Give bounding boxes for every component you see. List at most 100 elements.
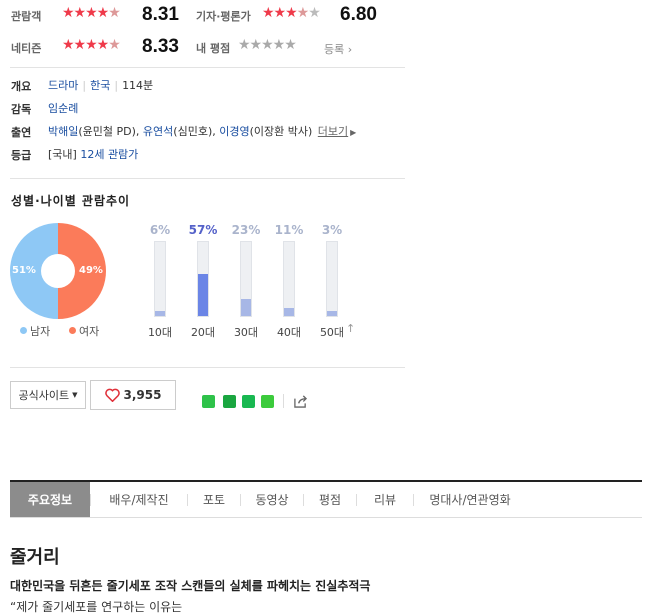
tab-bar: 주요정보 배우/제작진 포토 동영상 평점 리뷰 명대사/연관영화 bbox=[10, 480, 642, 518]
grade-key: 등급 bbox=[11, 149, 32, 162]
line-share-icon[interactable] bbox=[202, 394, 215, 408]
register-label: 등록 bbox=[324, 43, 345, 56]
legend-male: 남자 bbox=[20, 323, 50, 339]
female-dot-icon bbox=[69, 327, 76, 334]
tab-item[interactable]: 명대사/연관영화 bbox=[414, 482, 526, 517]
separator: | bbox=[82, 79, 87, 92]
critic-rating-label: 기자·평론가 bbox=[196, 10, 251, 23]
my-rating-stars[interactable]: ★★★★★ bbox=[238, 38, 297, 52]
critic-stars-empty: ★ bbox=[308, 5, 321, 21]
legend-male-label: 남자 bbox=[30, 325, 51, 338]
bookmark-share-icon[interactable] bbox=[242, 394, 255, 408]
grade-region: [국내] bbox=[48, 148, 81, 161]
cast-link-2[interactable]: 유연석 bbox=[143, 125, 173, 138]
chat-share-icon[interactable] bbox=[223, 394, 236, 408]
legend-female-label: 여자 bbox=[79, 325, 100, 338]
like-count: 3,955 bbox=[123, 388, 162, 402]
country-link[interactable]: 한국 bbox=[90, 79, 110, 92]
director-link[interactable]: 임순례 bbox=[48, 100, 78, 116]
age-group-label: 40대 bbox=[276, 326, 302, 339]
heart-icon bbox=[104, 388, 120, 402]
audience-stars-partial: ★ bbox=[108, 5, 121, 21]
netizen-score: 8.33 bbox=[142, 36, 179, 57]
critic-stars-filled: ★★★ bbox=[262, 5, 298, 21]
trend-section-title: 성별·나이별 관람추이 bbox=[11, 194, 131, 208]
cast-role-2: (심민호), bbox=[173, 125, 220, 138]
pie-hole bbox=[41, 254, 75, 288]
age-bar bbox=[327, 311, 337, 316]
chevron-right-icon: › bbox=[347, 43, 353, 56]
overview-values: 드라마 | 한국 | 114분 bbox=[48, 77, 153, 93]
divider bbox=[10, 67, 405, 68]
cast-more-link[interactable]: 더보기 bbox=[318, 125, 348, 138]
like-button[interactable]: 3,955 bbox=[90, 380, 176, 410]
cast-key: 출연 bbox=[11, 126, 32, 139]
male-percent: 51% bbox=[12, 265, 36, 276]
story-heading: 줄거리 bbox=[10, 547, 60, 568]
audience-star-rating: ★★★★★ bbox=[62, 5, 121, 21]
age-percent-label: 6% bbox=[149, 223, 171, 237]
tab-item[interactable]: 평점 bbox=[304, 482, 356, 517]
separator: | bbox=[114, 79, 119, 92]
critic-star-rating: ★★★★★ bbox=[262, 5, 321, 21]
netizen-star-rating: ★★★★★ bbox=[62, 37, 121, 53]
tab-item[interactable]: 동영상 bbox=[241, 482, 303, 517]
netizen-rating-label: 네티즌 bbox=[11, 42, 42, 55]
age-group-label: 30대 bbox=[233, 326, 259, 339]
genre-link[interactable]: 드라마 bbox=[48, 79, 78, 92]
overview-key: 개요 bbox=[11, 80, 32, 93]
story-first-line: “제가 줄기세포를 연구하는 이유는 bbox=[10, 600, 183, 614]
divider bbox=[283, 394, 284, 408]
netizen-stars-partial: ★ bbox=[108, 37, 121, 53]
director-key: 감독 bbox=[11, 103, 32, 116]
story-headline: 대한민국을 뒤흔든 줄기세포 조작 스캔들의 실체를 파헤치는 진실추적극 bbox=[10, 579, 371, 593]
audience-stars-filled: ★★★★ bbox=[62, 5, 109, 21]
netizen-stars-filled: ★★★★ bbox=[62, 37, 109, 53]
register-rating-link[interactable]: 등록 › bbox=[324, 41, 352, 57]
runtime: 114분 bbox=[122, 79, 154, 92]
age-bar bbox=[198, 273, 208, 316]
female-percent: 49% bbox=[79, 265, 103, 276]
age-percent-label: 11% bbox=[274, 223, 304, 237]
triangle-right-icon: ▶ bbox=[350, 128, 357, 137]
divider bbox=[10, 367, 405, 368]
age-bar-track bbox=[283, 241, 295, 317]
official-site-label: 공식사이트 bbox=[18, 389, 70, 402]
age-bar bbox=[155, 311, 165, 316]
age-bar-track bbox=[240, 241, 252, 317]
tab-item[interactable]: 주요정보 bbox=[10, 482, 90, 517]
cast-role-3: (이장환 박사) bbox=[249, 125, 313, 138]
official-site-button[interactable]: 공식사이트 ▼ bbox=[10, 381, 86, 409]
tab-item[interactable]: 포토 bbox=[188, 482, 240, 517]
age-percent-label: 23% bbox=[231, 223, 261, 237]
share-icons bbox=[202, 394, 308, 408]
audience-score: 8.31 bbox=[142, 4, 179, 25]
legend-female: 여자 bbox=[69, 323, 99, 339]
note-share-icon[interactable] bbox=[261, 394, 274, 408]
age-bar bbox=[241, 298, 251, 316]
critic-score: 6.80 bbox=[340, 4, 377, 25]
cast-link-1[interactable]: 박해일 bbox=[48, 125, 78, 138]
caret-down-icon: ▼ bbox=[72, 391, 78, 399]
share-icon[interactable] bbox=[293, 394, 308, 408]
audience-rating-label: 관람객 bbox=[11, 10, 42, 23]
tab-item[interactable]: 리뷰 bbox=[357, 482, 413, 517]
divider bbox=[10, 178, 405, 179]
tab-item[interactable]: 배우/제작진 bbox=[91, 482, 187, 517]
my-rating-label: 내 평점 bbox=[196, 42, 231, 55]
age-bar-track bbox=[154, 241, 166, 317]
cast-link-3[interactable]: 이경영 bbox=[219, 125, 249, 138]
male-dot-icon bbox=[20, 327, 27, 334]
critic-stars-partial: ★ bbox=[296, 5, 310, 21]
age-bar-track bbox=[326, 241, 338, 317]
age-bar-track bbox=[197, 241, 209, 317]
age-bar bbox=[284, 307, 294, 316]
grade-link[interactable]: 12세 관람가 bbox=[80, 148, 138, 161]
age-group-label: 10대 bbox=[147, 326, 173, 339]
cast-role-1: (윤민철 PD), bbox=[78, 125, 143, 138]
age-group-label: 20대 bbox=[190, 326, 216, 339]
age-percent-label: 57% bbox=[188, 223, 218, 237]
arrow-up-icon: ↑ bbox=[346, 322, 356, 335]
grade-value: [국내] 12세 관람가 bbox=[48, 146, 138, 162]
cast-list: 박해일(윤민철 PD), 유연석(심민호), 이경영(이장환 박사) 더보기 ▶ bbox=[48, 123, 356, 139]
